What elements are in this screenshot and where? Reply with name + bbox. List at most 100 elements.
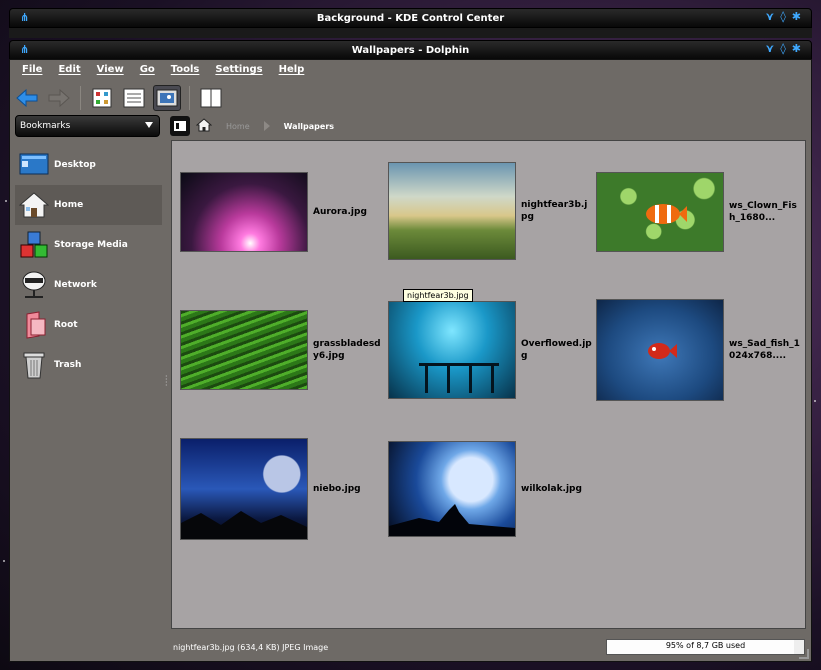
forward-button[interactable]: [46, 85, 72, 111]
back-icon: [16, 88, 38, 108]
forward-icon: [48, 88, 70, 108]
minimize-icon[interactable]: ⋎: [765, 42, 774, 55]
free-space-label: 95% of 8,7 GB used: [665, 641, 746, 650]
icon-view-button[interactable]: [89, 85, 115, 111]
details-view-button[interactable]: [121, 85, 147, 111]
place-network[interactable]: Network: [15, 265, 162, 305]
outer-window-titlebar[interactable]: ⋔ Background - KDE Control Center ⋎ ◊ ✱: [9, 8, 812, 28]
file-thumbnail: [180, 438, 308, 540]
file-name: ws_Sad_fish_1024x768....: [729, 339, 800, 361]
place-label: Storage Media: [54, 240, 128, 250]
menu-view[interactable]: View: [89, 60, 132, 82]
menu-help[interactable]: Help: [271, 60, 313, 82]
place-label: Root: [54, 320, 78, 330]
place-storage-media[interactable]: Storage Media: [15, 225, 162, 265]
file-view[interactable]: Aurora.jpg nightfear3b.jpg ws_Clown_Fish…: [171, 140, 806, 629]
place-desktop[interactable]: Desktop: [15, 145, 162, 185]
file-name: grassbladesdy6.jpg: [313, 339, 381, 361]
close-icon[interactable]: ✱: [792, 10, 801, 23]
file-item[interactable]: Aurora.jpg: [180, 172, 385, 252]
icon-view-icon: [92, 88, 112, 108]
splitter-handle[interactable]: · · · ·: [165, 373, 168, 390]
breadcrumb-separator-icon: [263, 121, 270, 131]
minimize-icon[interactable]: ⋎: [765, 10, 774, 23]
place-label: Trash: [54, 360, 82, 370]
storage-icon: [18, 229, 50, 261]
menu-go[interactable]: Go: [132, 60, 163, 82]
home-icon: [18, 189, 50, 221]
tooltip: nightfear3b.jpg: [403, 289, 473, 302]
mountains-icon: [181, 511, 307, 539]
place-trash[interactable]: Trash: [15, 345, 162, 385]
file-item[interactable]: niebo.jpg: [180, 438, 385, 540]
split-view-button[interactable]: [198, 85, 224, 111]
menu-tools[interactable]: Tools: [163, 60, 208, 82]
clownfish-icon: [646, 204, 687, 224]
place-home[interactable]: Home: [15, 185, 162, 225]
window-menu-icon[interactable]: ⋔: [20, 12, 32, 24]
preview-button[interactable]: [153, 85, 181, 111]
location-bar: Home Wallpapers: [170, 115, 803, 137]
wolf-silhouette-icon: [389, 504, 515, 536]
file-thumbnail: [388, 301, 516, 399]
toolbar-separator: [80, 86, 81, 110]
preview-icon: [156, 89, 178, 107]
file-item[interactable]: Overflowed.jpg: [388, 301, 593, 399]
menu-settings[interactable]: Settings: [207, 60, 270, 82]
file-item[interactable]: ws_Sad_fish_1024x768....: [596, 299, 801, 401]
maximize-icon[interactable]: ◊: [780, 42, 785, 55]
outer-window-body: [9, 28, 812, 38]
back-button[interactable]: [14, 85, 40, 111]
places-sidebar: Bookmarks Desktop Home Storage Media Net…: [15, 115, 162, 631]
place-root[interactable]: Root: [15, 305, 162, 345]
file-name: wilkolak.jpg: [521, 484, 582, 494]
trash-icon: [18, 349, 50, 381]
sad-fish-icon: [648, 343, 677, 359]
close-icon[interactable]: ✱: [792, 42, 801, 55]
file-item[interactable]: wilkolak.jpg: [388, 441, 593, 537]
statusbar: nightfear3b.jpg (634,4 KB) JPEG Image 95…: [10, 635, 811, 661]
home-crumb-icon[interactable]: [195, 117, 213, 135]
file-thumbnail: [180, 172, 308, 252]
status-text: nightfear3b.jpg (634,4 KB) JPEG Image: [173, 643, 329, 652]
place-label: Network: [54, 280, 97, 290]
menubar: File Edit View Go Tools Settings Help: [10, 60, 811, 82]
root-icon: [18, 309, 50, 341]
menu-edit[interactable]: Edit: [50, 60, 88, 82]
file-thumbnail: [596, 299, 724, 401]
outer-window-title: Background - KDE Control Center: [316, 12, 505, 24]
maximize-icon[interactable]: ◊: [780, 10, 785, 23]
file-item[interactable]: grassbladesdy6.jpg: [180, 310, 385, 390]
location-toggle-icon: [174, 121, 186, 131]
window-title: Wallpapers - Dolphin: [351, 44, 470, 56]
file-name: nightfear3b.jpg: [521, 200, 588, 222]
file-name: Aurora.jpg: [313, 207, 367, 217]
breadcrumb-home[interactable]: Home: [226, 122, 250, 131]
window-menu-icon[interactable]: ⋔: [20, 44, 32, 56]
toolbar-separator: [189, 86, 190, 110]
window-titlebar[interactable]: ⋔ Wallpapers - Dolphin ⋎ ◊ ✱: [9, 40, 812, 60]
toggle-editable-location-button[interactable]: [170, 116, 190, 136]
file-name: niebo.jpg: [313, 484, 361, 494]
details-view-icon: [123, 88, 145, 108]
breadcrumb-current[interactable]: Wallpapers: [284, 122, 334, 131]
free-space-bar: 95% of 8,7 GB used: [606, 639, 805, 655]
file-thumbnail: [388, 441, 516, 537]
file-name: Overflowed.jpg: [521, 339, 592, 361]
bookmarks-selector-label: Bookmarks: [20, 121, 71, 131]
desktop-icon: [18, 149, 50, 181]
network-icon: [18, 269, 50, 301]
split-view-icon: [200, 88, 222, 108]
file-thumbnail: [596, 172, 724, 252]
dolphin-window: File Edit View Go Tools Settings Help Bo…: [9, 59, 812, 662]
pier-icon: [419, 363, 499, 393]
file-item[interactable]: nightfear3b.jpg: [388, 162, 593, 260]
toolbar: [14, 84, 224, 112]
menu-file[interactable]: File: [14, 60, 50, 82]
file-item[interactable]: ws_Clown_Fish_1680...: [596, 172, 801, 252]
resize-grip[interactable]: [799, 649, 809, 659]
file-thumbnail: [180, 310, 308, 390]
place-label: Home: [54, 200, 84, 210]
chevron-down-icon: [145, 122, 153, 128]
bookmarks-selector[interactable]: Bookmarks: [15, 115, 160, 137]
